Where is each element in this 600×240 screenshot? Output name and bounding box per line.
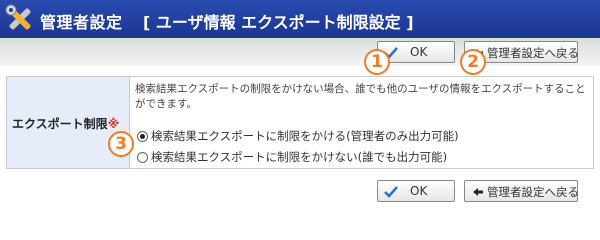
required-mark: ※ <box>107 117 120 131</box>
ok-label: OK <box>410 184 428 198</box>
page-subtitle: [ ユーザ情報 エクスポート制限設定 ] <box>143 13 414 32</box>
radio-button[interactable] <box>137 151 148 163</box>
option-label: 検索結果エクスポートに制限をかける(管理者のみ出力可能) <box>151 129 459 143</box>
back-arrow-icon <box>473 188 483 196</box>
back-to-admin-button-bottom[interactable]: 管理者設定へ戻る <box>464 180 579 202</box>
callout-2: 2 <box>460 49 486 75</box>
back-label: 管理者設定へ戻る <box>487 185 579 199</box>
tools-icon <box>5 4 31 30</box>
field-label: エクスポート制限※ <box>12 117 120 131</box>
ok-label: OK <box>410 45 428 59</box>
radio-button[interactable] <box>137 130 148 142</box>
restrict-export-option[interactable]: 検索結果エクスポートに制限をかける(管理者のみ出力可能) <box>137 128 459 144</box>
page-title: 管理者設定 <box>40 13 123 32</box>
back-label: 管理者設定へ戻る <box>487 46 579 60</box>
field-label-cell: エクスポート制限※ <box>7 77 130 168</box>
checkmark-icon <box>384 186 398 198</box>
field-description: 検索結果エクスポートの制限をかけない場合、誰でも他のユーザの情報をエクスポートす… <box>135 83 586 110</box>
no-restrict-export-option[interactable]: 検索結果エクスポートに制限をかけない(誰でも出力可能) <box>137 149 447 165</box>
ok-button-bottom[interactable]: OK <box>377 180 455 202</box>
callout-1: 1 <box>364 49 390 75</box>
option-label: 検索結果エクスポートに制限をかけない(誰でも出力可能) <box>151 150 448 164</box>
export-restriction-form: エクスポート制限※ 検索結果エクスポートの制限をかけない場合、誰でも他のユーザの… <box>6 76 594 169</box>
callout-3: 3 <box>108 131 134 157</box>
page-header: 管理者設定 [ ユーザ情報 エクスポート制限設定 ] <box>0 0 600 38</box>
